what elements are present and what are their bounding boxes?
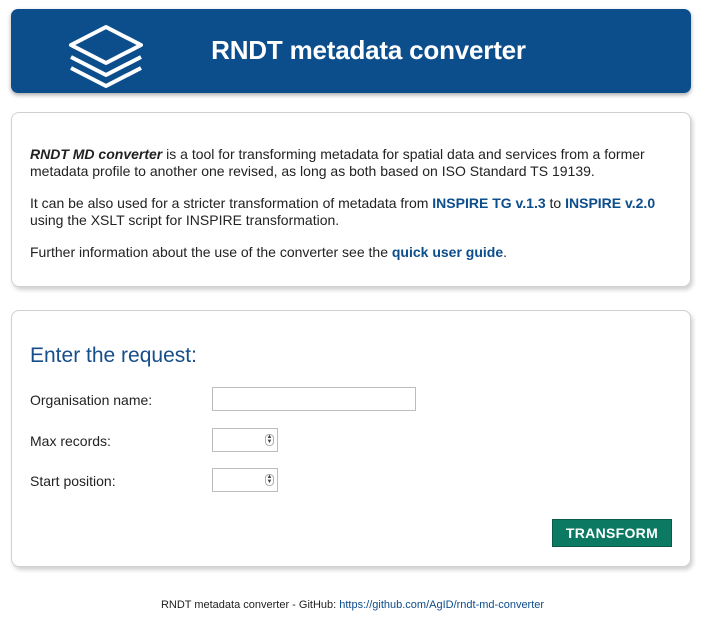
inspire-v2-link[interactable]: INSPIRE v.2.0 [565,195,655,211]
form-heading: Enter the request: [30,344,197,367]
transform-button[interactable]: TRANSFORM [552,519,672,547]
intro-text-3b: . [503,244,508,260]
organisation-input[interactable] [213,388,415,410]
start-position-stepper[interactable]: ▲ ▼ [265,474,274,486]
max-records-label: Max records: [30,433,111,449]
footer-text: RNDT metadata converter - GitHub: [160,599,340,611]
app-header: RNDT metadata converter [11,9,691,93]
intro-text-2c: using the XSLT script for INSPIRE transf… [30,212,340,228]
user-guide-link[interactable]: quick user guide [392,244,503,260]
intro-paragraph-2: It can be also used for a stricter trans… [30,195,672,229]
intro-text-3a: Further information about the use of the… [30,244,392,260]
github-link[interactable]: https://github.com/AgID/rndt-md-converte… [339,599,544,611]
start-position-field: ▲ ▼ [212,468,278,492]
intro-text-2b: to [545,195,566,211]
max-records-field: ▲ ▼ [212,428,278,452]
organisation-field [212,387,416,411]
start-position-label: Start position: [30,473,116,489]
intro-text-2a: It can be also used for a stricter trans… [30,195,433,211]
tool-name: RNDT MD converter [30,146,163,162]
inspire-tg-link[interactable]: INSPIRE TG v.1.3 [432,195,545,211]
intro-paragraph-1: RNDT MD converter is a tool for transfor… [30,146,672,180]
max-records-stepper[interactable]: ▲ ▼ [265,434,274,446]
organisation-label: Organisation name: [30,392,153,408]
request-form: Enter the request: Organisation name: Ma… [11,310,691,567]
intro-paragraph-3: Further information about the use of the… [30,244,672,261]
intro-panel: RNDT MD converter is a tool for transfor… [11,112,691,287]
footer: RNDT metadata converter - GitHub: https:… [0,599,705,611]
page-title: RNDT metadata converter [211,35,526,65]
